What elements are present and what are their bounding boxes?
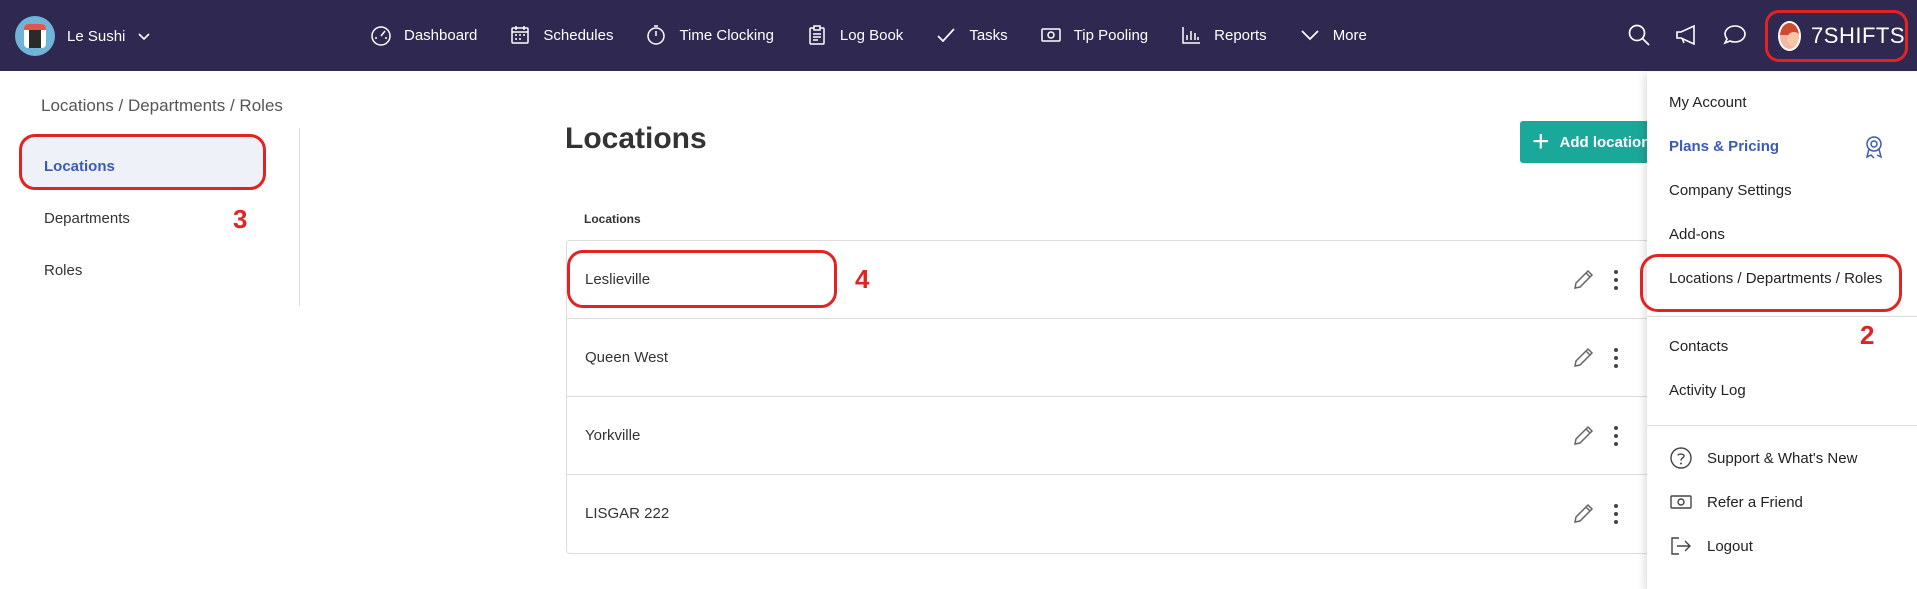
nav-label: Tasks (969, 26, 1008, 44)
nav-more[interactable]: More (1299, 20, 1367, 50)
menu-divider (1647, 316, 1917, 317)
pencil-icon[interactable] (1570, 267, 1596, 293)
table-row[interactable]: Yorkville (567, 397, 1661, 475)
stopwatch-icon (647, 25, 666, 45)
table-row[interactable]: LISGAR 222 (567, 475, 1661, 553)
account-menu-button[interactable]: 7SHIFTS (1765, 10, 1908, 62)
company-switcher[interactable]: Le Sushi (15, 16, 151, 56)
chevron-down-icon (1301, 30, 1319, 41)
nav-tip-pooling[interactable]: Tip Pooling (1040, 20, 1149, 50)
money-icon (1670, 495, 1692, 509)
add-location-label: Add location (1559, 133, 1651, 151)
table-row[interactable]: Queen West (567, 319, 1661, 397)
clipboard-icon (809, 25, 825, 45)
menu-item-label: Refer a Friend (1707, 493, 1803, 511)
menu-item-activity-log[interactable]: Activity Log (1669, 382, 1746, 399)
avatar (1778, 21, 1802, 51)
breadcrumb: Locations / Departments / Roles (41, 96, 283, 115)
chevron-down-icon (138, 33, 150, 41)
menu-item-contacts[interactable]: Contacts (1669, 338, 1728, 355)
nav-label: Log Book (839, 26, 904, 44)
nav-schedules[interactable]: Schedules (509, 20, 613, 50)
megaphone-icon[interactable] (1674, 22, 1700, 48)
menu-divider (1647, 425, 1917, 426)
question-circle-icon (1670, 447, 1692, 469)
sidebar-item-roles[interactable]: Roles (44, 262, 82, 279)
more-vertical-icon[interactable] (1611, 423, 1621, 449)
money-icon (1040, 28, 1061, 42)
annotation-2: 2 (1860, 320, 1875, 350)
menu-item-plans-pricing[interactable]: Plans & Pricing (1669, 138, 1779, 155)
main-nav: Dashboard Schedules Time Clocking Log Bo… (370, 20, 1399, 50)
company-logo (15, 16, 55, 56)
nav-label: Tip Pooling (1073, 26, 1149, 44)
sidebar-item-locations[interactable]: Locations (44, 158, 115, 175)
table-row[interactable]: Leslieville (567, 241, 1661, 319)
menu-item-label: Support & What's New (1707, 449, 1858, 467)
menu-item-locations-departments-roles[interactable]: Locations / Departments / Roles (1669, 270, 1882, 287)
menu-item-support[interactable]: Support & What's New (1669, 446, 1857, 470)
chat-icon[interactable] (1722, 22, 1748, 48)
menu-item-logout[interactable]: Logout (1669, 534, 1753, 558)
menu-item-company-settings[interactable]: Company Settings (1669, 182, 1792, 199)
nav-log-book[interactable]: Log Book (806, 20, 903, 50)
speedometer-icon (371, 26, 391, 46)
sidebar-item-departments[interactable]: Departments (44, 210, 130, 227)
location-name: Queen West (585, 349, 669, 366)
nav-label: Reports (1214, 26, 1267, 44)
account-dropdown-menu: My Account Plans & Pricing Company Setti… (1640, 72, 1917, 589)
nav-label: Schedules (543, 26, 614, 44)
menu-item-add-ons[interactable]: Add-ons (1669, 226, 1725, 243)
settings-sidebar: Locations Departments Roles (0, 128, 300, 306)
top-navigation-bar: Le Sushi Dashboard Schedules Time Clocki… (0, 0, 1917, 71)
menu-item-label: Logout (1707, 537, 1753, 555)
page-title: Locations (565, 122, 707, 155)
pencil-icon[interactable] (1570, 423, 1596, 449)
company-name: Le Sushi (67, 27, 126, 45)
annotation-4: 4 (855, 264, 870, 294)
bar-chart-icon (1182, 27, 1201, 44)
nav-label: Dashboard (404, 26, 478, 44)
locations-table: Leslieville Queen West Yorkville LISGAR … (566, 240, 1661, 554)
calendar-icon (511, 26, 530, 44)
plus-icon: + (1532, 125, 1550, 158)
award-badge-icon (1865, 136, 1883, 159)
logout-icon (1671, 537, 1691, 555)
nav-reports[interactable]: Reports (1180, 20, 1267, 50)
7shifts-logo: 7SHIFTS (1811, 23, 1905, 48)
menu-item-refer-a-friend[interactable]: Refer a Friend (1669, 490, 1803, 514)
nav-dashboard[interactable]: Dashboard (370, 20, 477, 50)
more-vertical-icon[interactable] (1611, 345, 1621, 371)
column-header-locations: Locations (584, 212, 641, 226)
more-vertical-icon[interactable] (1611, 501, 1621, 527)
more-vertical-icon[interactable] (1611, 267, 1621, 293)
nav-time-clocking[interactable]: Time Clocking (645, 20, 774, 50)
menu-item-my-account[interactable]: My Account (1669, 94, 1747, 111)
nav-label: Time Clocking (679, 26, 774, 44)
check-icon (937, 28, 955, 43)
top-utility-icons (1626, 22, 1770, 48)
location-name: Leslieville (585, 271, 651, 288)
location-name: LISGAR 222 (585, 505, 670, 522)
nav-tasks[interactable]: Tasks (935, 20, 1008, 50)
nav-label: More (1332, 26, 1367, 44)
location-name: Yorkville (585, 427, 641, 444)
add-location-button[interactable]: + Add location (1520, 121, 1660, 163)
search-icon[interactable] (1626, 22, 1652, 48)
pencil-icon[interactable] (1570, 345, 1596, 371)
annotation-3: 3 (233, 204, 248, 234)
pencil-icon[interactable] (1570, 501, 1596, 527)
